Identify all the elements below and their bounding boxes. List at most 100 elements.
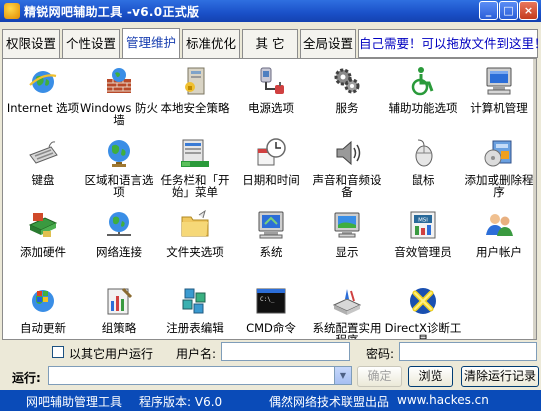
add-hardware-icon [28,213,58,237]
maximize-button[interactable]: □ [499,1,518,20]
tab-maintenance[interactable]: 管理维护 [122,28,180,59]
tab-global-settings[interactable]: 全局设置 [300,29,356,58]
power-options-icon [260,67,284,94]
network-icon [107,212,131,236]
password-input[interactable] [399,342,537,361]
tool-label: 计算机管理 [470,101,528,115]
run-as-checkbox[interactable] [52,346,64,358]
tool-folder-options[interactable]: 文件夹选项 [158,209,232,279]
date-time-icon [257,138,286,166]
tab-other[interactable]: 其 它 [242,29,298,58]
internet-options-icon [29,71,57,93]
run-as-label: 以其它用户运行 [69,347,154,361]
close-button[interactable]: × [519,1,538,20]
status-org: 偶然网络技术联盟出品 [269,395,390,409]
sound-icon [336,140,361,166]
app-icon [4,3,20,19]
status-url[interactable]: www.hackes.cn [397,393,489,407]
tool-add-hardware[interactable]: 添加硬件 [6,209,80,279]
add-remove-programs-icon [484,140,512,167]
minimize-button[interactable]: _ [479,1,498,20]
tool-keyboard[interactable]: 键盘 [6,137,80,207]
svg-text:C:\_: C:\_ [260,296,275,303]
tool-system-config[interactable]: 系统配置实用程序 [310,285,384,340]
tool-label: 文件夹选项 [166,245,224,259]
tool-label: 辅助功能选项 [388,101,458,115]
region-language-icon [108,140,130,167]
tool-cmd[interactable]: C:\_ CMD命令 [234,285,308,339]
tool-display[interactable]: 显示 [310,209,384,279]
tool-label: CMD命令 [246,321,296,335]
tool-network[interactable]: 网络连接 [82,209,156,279]
cmd-icon: C:\_ [256,288,286,314]
tool-label: DirectX诊断工具 [384,321,462,340]
tab-bar: 权限设置 个性设置 管理维护 标准优化 其 它 全局设置 自己需要！可以拖放文件… [0,28,541,59]
tool-region-language[interactable]: 区域和语言选项 [82,137,156,207]
tool-computer-management[interactable]: 计算机管理 [462,65,536,135]
tool-accessibility[interactable]: 辅助功能选项 [386,65,460,135]
tool-date-time[interactable]: 日期和时间 [234,137,308,207]
username-input[interactable] [221,342,350,361]
tool-label: 日期和时间 [242,173,300,187]
tool-system[interactable]: 系统 [234,209,308,279]
display-icon [334,212,360,238]
tool-sound[interactable]: 声音和音频设备 [310,137,384,207]
tool-label: 鼠标 [411,173,435,187]
tool-label: 添加硬件 [20,245,66,259]
auto-update-icon [32,290,54,312]
tab-optimization[interactable]: 标准优化 [182,29,240,58]
window-title: 精锐网吧辅助工具 -v6.0正式版 [24,5,200,19]
ok-button[interactable]: 确定 [357,366,402,387]
tool-label: 系统 [259,245,283,259]
tool-power-options[interactable]: 电源选项 [234,65,308,135]
status-bar: 网吧辅助管理工具 程序版本: V6.0 偶然网络技术联盟出品 www.hacke… [0,390,541,411]
tool-user-accounts[interactable]: 用户帐户 [462,209,536,279]
tool-label: Windows 防火墙 [80,101,158,127]
title-bar[interactable]: 精锐网吧辅助工具 -v6.0正式版 _ □ × [0,0,541,22]
tab-personalization[interactable]: 个性设置 [62,29,120,58]
drop-hint[interactable]: 自己需要！可以拖放文件到这里！ [358,29,541,58]
tool-auto-update[interactable]: 自动更新 [6,285,80,339]
services-icon [334,68,360,94]
browse-button[interactable]: 浏览 [408,366,453,387]
tool-taskbar[interactable]: 任务栏和「开始」菜单 [158,137,232,207]
tool-label: Internet 选项 [6,101,80,115]
tool-label: 显示 [335,245,359,259]
tool-directx[interactable]: DirectX诊断工具 [384,285,462,340]
taskbar-icon [181,139,209,167]
tool-group-policy[interactable]: 组策略 [82,285,156,339]
tool-label: 网络连接 [96,245,142,259]
tool-add-remove-programs[interactable]: 添加或删除程序 [462,137,536,207]
tool-label: 用户帐户 [476,245,522,259]
user-accounts-icon [486,214,513,236]
status-app-name: 网吧辅助管理工具 [26,395,123,409]
directx-icon [410,288,436,314]
tab-permissions[interactable]: 权限设置 [2,29,60,58]
tool-label: 区域和语言选项 [84,173,154,199]
tool-label: 服务 [335,101,359,115]
tool-security-policy[interactable]: 本地安全策略 [158,65,232,135]
audio-manager-icon: MSI [410,211,436,239]
clear-history-button[interactable]: 清除运行记录 [461,366,539,387]
tool-label: 组策略 [101,321,137,335]
mouse-icon [415,139,433,167]
tool-audio-manager[interactable]: MSI 音效管理员 [386,209,460,279]
tool-firewall[interactable]: Windows 防火墙 [80,65,158,135]
folder-options-icon [181,209,209,237]
tool-label: 系统配置实用程序 [312,321,382,340]
computer-management-icon [486,67,512,95]
tool-mouse[interactable]: 鼠标 [386,137,460,207]
svg-text:MSI: MSI [418,218,428,224]
tool-label: 音效管理员 [394,245,452,259]
status-version: 程序版本: V6.0 [139,395,223,409]
tool-registry-editor[interactable]: 注册表编辑 [158,285,232,339]
tool-internet-options[interactable]: Internet 选项 [6,65,80,135]
tool-label: 键盘 [31,173,55,187]
tool-label: 电源选项 [248,101,294,115]
tool-label: 自动更新 [20,321,66,335]
security-policy-icon [185,67,205,95]
system-config-icon [332,289,362,315]
chevron-down-icon[interactable]: ▼ [334,367,351,384]
run-command-combo[interactable]: ▼ [48,366,352,385]
tool-services[interactable]: 服务 [310,65,384,135]
